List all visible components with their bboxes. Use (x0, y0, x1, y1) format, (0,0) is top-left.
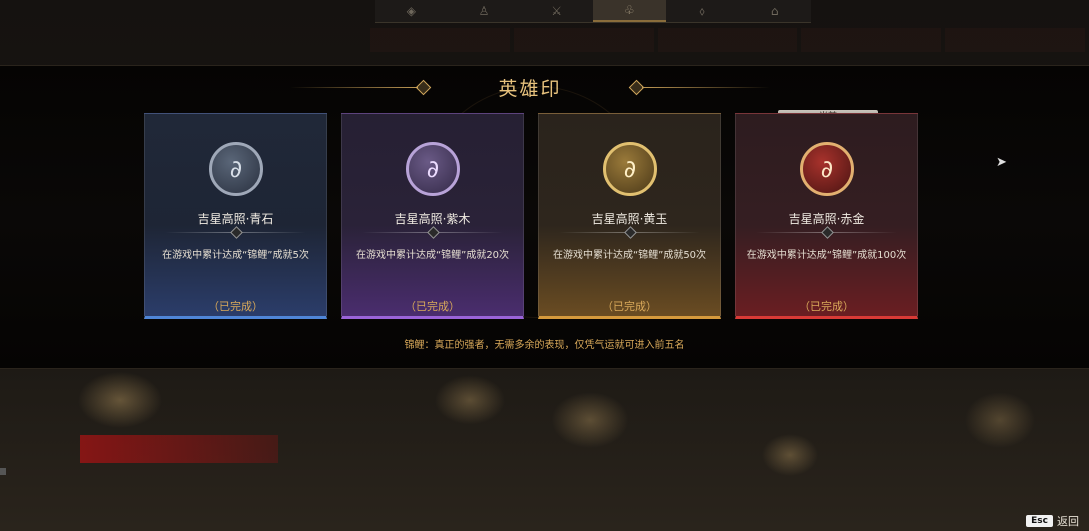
divider-ornament-icon (230, 226, 243, 239)
top-nav-bar: ◈ ♙ ⚔ ♧ ⬨ ⌂ (375, 0, 811, 23)
sub-nav-item[interactable] (945, 28, 1085, 52)
card-status: （已完成） (799, 300, 854, 313)
card-description: 在游戏中累计达成“锦鲤”成就5次 (162, 250, 309, 261)
top-nav-tab[interactable]: ⬨ (666, 0, 739, 22)
sub-nav-item[interactable] (513, 28, 654, 52)
koi-medal-icon: ∂ (603, 142, 657, 196)
card-status: （已完成） (602, 300, 657, 313)
seal-card-huangyu[interactable]: ∂ 吉星高照·黄玉 在游戏中累计达成“锦鲤”成就50次 （已完成） (538, 113, 721, 319)
esc-key-icon: Esc (1026, 515, 1053, 527)
koi-footnote: 锦鲤：真正的强者，无需多余的表现，仅凭气运就可进入前五名 (404, 340, 685, 351)
seal-card-qingshi[interactable]: ∂ 吉星高照·青石 在游戏中累计达成“锦鲤”成就5次 （已完成） (144, 113, 327, 319)
card-name: 吉星高照·紫木 (394, 212, 471, 226)
card-description: 在游戏中累计达成“锦鲤”成就20次 (355, 250, 510, 261)
mouse-cursor-icon: ➤ (996, 155, 1007, 170)
sub-nav-bar (370, 28, 1089, 52)
back-label: 返回 (1057, 515, 1079, 528)
divider-ornament-icon (624, 226, 637, 239)
koi-medal-icon: ∂ (209, 142, 263, 196)
koi-medal-icon: ∂ (406, 142, 460, 196)
divider-ornament-icon (821, 226, 834, 239)
sub-nav-item[interactable] (370, 28, 510, 52)
top-nav-tab-active[interactable]: ♧ (593, 0, 666, 22)
title-divider-right (642, 87, 770, 88)
sub-nav-item[interactable] (801, 28, 942, 52)
top-nav-tab[interactable]: ♙ (448, 0, 521, 22)
top-nav-tab[interactable]: ⌂ (738, 0, 811, 22)
esc-back-button[interactable]: Esc 返回 (1026, 513, 1079, 529)
koi-medal-icon: ∂ (800, 142, 854, 196)
card-status: （已完成） (405, 300, 460, 313)
seal-card-chijin[interactable]: ∂ 吉星高照·赤金 在游戏中累计达成“锦鲤”成就100次 （已完成） (735, 113, 918, 319)
sub-nav-item[interactable] (657, 28, 798, 52)
modal-title-row: 英雄印 (290, 72, 770, 102)
top-nav-tab[interactable]: ⚔ (520, 0, 593, 22)
card-name: 吉星高照·赤金 (788, 212, 865, 226)
divider-ornament-icon (427, 226, 440, 239)
background-red-button (80, 435, 278, 463)
card-name: 吉星高照·青石 (197, 212, 274, 226)
card-status: （已完成） (208, 300, 263, 313)
card-name: 吉星高照·黄玉 (591, 212, 668, 226)
seal-card-zimu[interactable]: ∂ 吉星高照·紫木 在游戏中累计达成“锦鲤”成就20次 （已完成） (341, 113, 524, 319)
card-description: 在游戏中累计达成“锦鲤”成就100次 (746, 250, 907, 261)
card-description: 在游戏中累计达成“锦鲤”成就50次 (552, 250, 707, 261)
top-nav-tab[interactable]: ◈ (375, 0, 448, 22)
